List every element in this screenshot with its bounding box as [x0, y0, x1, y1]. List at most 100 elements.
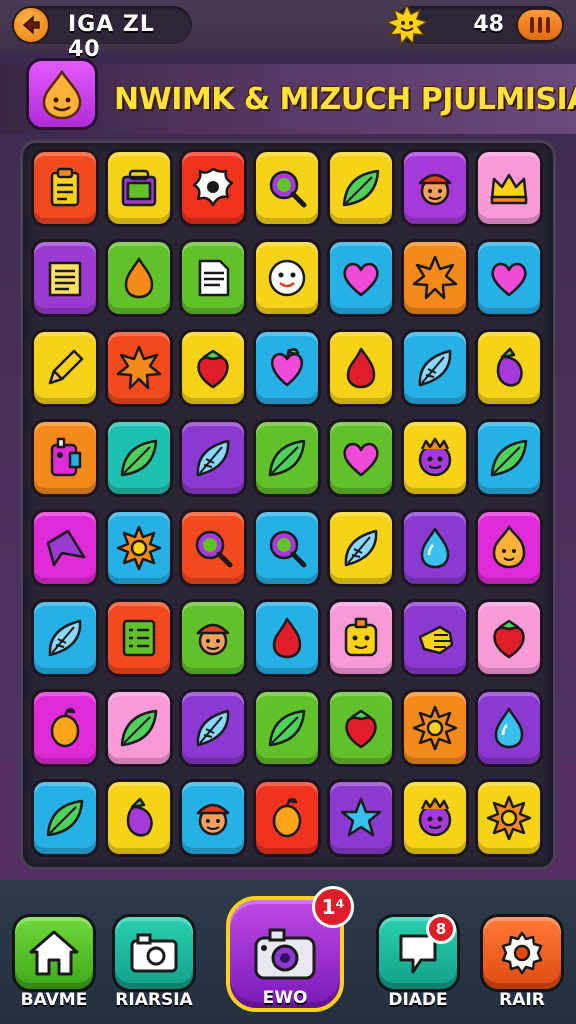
sun-icon [116, 525, 162, 571]
chat-label: DIADE [388, 990, 448, 1010]
game-tile[interactable] [327, 779, 395, 857]
game-tile[interactable] [401, 239, 469, 317]
game-tile[interactable] [475, 329, 543, 407]
game-tile[interactable] [475, 149, 543, 227]
game-tile[interactable] [401, 419, 469, 497]
eggplant-icon [496, 347, 523, 387]
game-tile[interactable] [475, 239, 543, 317]
flame-face-icon [492, 525, 526, 569]
game-tile[interactable] [327, 419, 395, 497]
game-tile[interactable] [401, 329, 469, 407]
game-tile[interactable] [475, 509, 543, 587]
magnifier-icon [269, 530, 307, 568]
game-tile[interactable] [179, 509, 247, 587]
title-banner: NWIMK & MIZUCH PJULMISIA [0, 58, 576, 134]
sun-icon [486, 795, 532, 841]
game-tile[interactable] [105, 779, 173, 857]
game-tile[interactable] [31, 419, 99, 497]
game-tile[interactable] [31, 779, 99, 857]
game-tile[interactable] [105, 689, 173, 767]
game-tile[interactable] [253, 419, 321, 497]
game-tile[interactable] [253, 689, 321, 767]
game-tile[interactable] [179, 599, 247, 677]
flame-icon [272, 617, 302, 659]
splat-icon [192, 167, 234, 207]
monster-icon [418, 797, 452, 837]
pencil-icon [48, 349, 84, 385]
game-tile[interactable] [401, 779, 469, 857]
game-tile[interactable] [327, 689, 395, 767]
game-tile[interactable] [179, 689, 247, 767]
game-tile[interactable] [475, 689, 543, 767]
water-drop-icon [420, 527, 450, 569]
game-tile[interactable] [31, 599, 99, 677]
game-tile[interactable] [401, 509, 469, 587]
game-tile[interactable] [105, 149, 173, 227]
game-tile[interactable] [31, 149, 99, 227]
camera-button[interactable] [112, 914, 196, 992]
game-tile[interactable] [105, 239, 173, 317]
heart-icon [343, 442, 379, 477]
bottom-nav: BAVME RIARSIA 1⁴ EWO 8 DIADE RAIR [0, 880, 576, 1024]
level-pill: IGA ZL 40 [12, 6, 192, 62]
center-badge: 1⁴ [312, 886, 354, 928]
star-burst-icon [116, 345, 162, 390]
game-tile[interactable] [253, 599, 321, 677]
game-tile[interactable] [401, 599, 469, 677]
water-drop-icon [494, 707, 524, 749]
strawberry-icon [345, 709, 377, 749]
magnifier-icon [269, 170, 307, 208]
home-button[interactable] [12, 914, 96, 992]
crown-icon [490, 173, 528, 205]
game-tile[interactable] [327, 599, 395, 677]
game-tile[interactable] [179, 419, 247, 497]
game-tile[interactable] [31, 689, 99, 767]
game-tile[interactable] [253, 239, 321, 317]
game-tile[interactable] [475, 779, 543, 857]
game-tile[interactable] [401, 149, 469, 227]
game-tile[interactable] [105, 509, 173, 587]
game-tile[interactable] [253, 509, 321, 587]
game-tile[interactable] [253, 149, 321, 227]
game-tile[interactable] [105, 599, 173, 677]
game-tile[interactable] [475, 419, 543, 497]
game-tile[interactable] [327, 509, 395, 587]
game-tile[interactable] [475, 599, 543, 677]
game-tile[interactable] [105, 419, 173, 497]
star-icon [340, 797, 382, 837]
eggplant-icon [126, 797, 153, 837]
lemon-icon [50, 708, 80, 748]
smiley-icon [268, 259, 306, 297]
face-block-icon [344, 617, 378, 657]
game-tile[interactable] [253, 779, 321, 857]
game-tile[interactable] [327, 329, 395, 407]
game-tile[interactable] [179, 329, 247, 407]
feather-icon [418, 349, 452, 387]
menu-icon-bar [530, 17, 534, 33]
game-tile[interactable] [327, 149, 395, 227]
game-tile[interactable] [31, 329, 99, 407]
robot-icon [50, 437, 82, 477]
game-tile[interactable] [401, 689, 469, 767]
menu-button[interactable] [516, 8, 564, 42]
game-tile[interactable] [179, 239, 247, 317]
leaf-icon [268, 709, 306, 747]
game-tile[interactable] [31, 509, 99, 587]
lemon-icon [272, 798, 302, 838]
game-tile[interactable] [179, 779, 247, 857]
score-pill: 48 [386, 4, 564, 46]
leaf-icon [120, 439, 158, 477]
game-tile[interactable] [253, 329, 321, 407]
game-tile[interactable] [327, 239, 395, 317]
gear-icon [501, 931, 543, 975]
game-tile[interactable] [31, 239, 99, 317]
back-button[interactable] [12, 6, 50, 44]
game-tile[interactable] [105, 329, 173, 407]
puzzle-board [20, 140, 556, 870]
strawberry-icon [197, 349, 229, 389]
settings-button[interactable] [480, 914, 564, 992]
game-tile[interactable] [179, 149, 247, 227]
face-hat-icon [196, 803, 230, 836]
clipboard-icon [50, 167, 80, 207]
leaf-icon [46, 799, 84, 837]
